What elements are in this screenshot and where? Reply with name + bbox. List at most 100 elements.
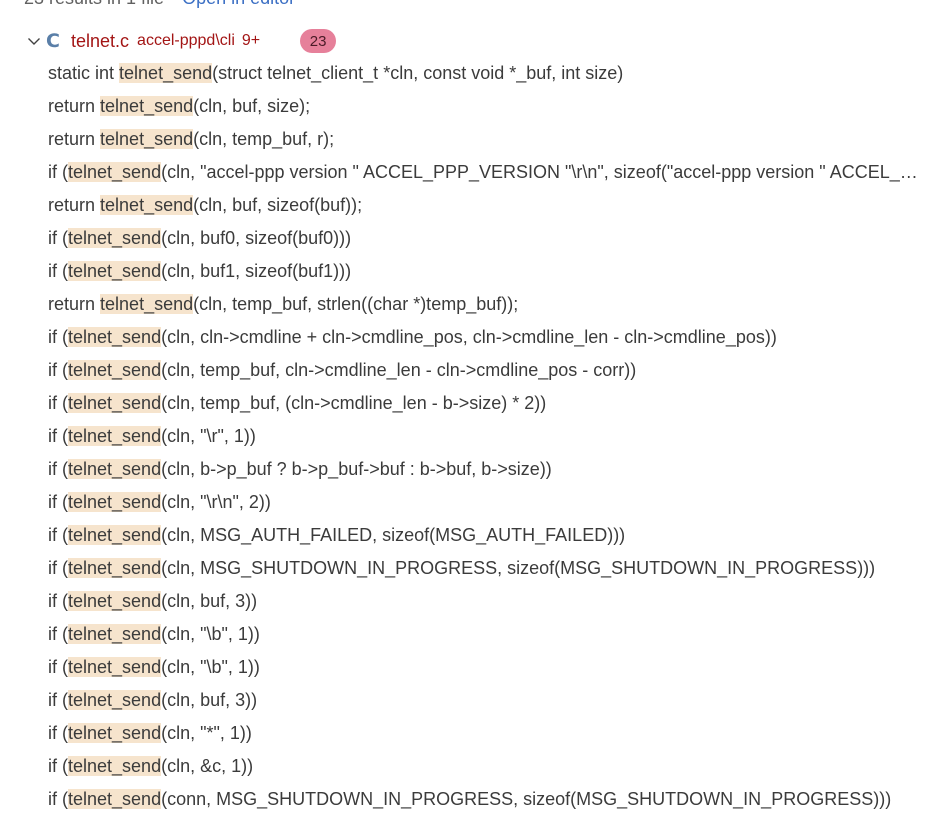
- match-prefix: if (: [48, 492, 68, 512]
- match-suffix: (conn, MSG_SHUTDOWN_IN_PROGRESS, sizeof(…: [161, 789, 892, 809]
- file-problems-count: 9+: [241, 32, 261, 49]
- match-row[interactable]: if (telnet_send(cln, MSG_AUTH_FAILED, si…: [0, 519, 920, 552]
- match-line-text: if (telnet_send(cln, "*", 1)): [48, 723, 252, 744]
- match-row[interactable]: if (telnet_send(cln, "\b", 1)): [0, 618, 920, 651]
- match-highlight: telnet_send: [100, 96, 194, 116]
- match-suffix: (cln, &c, 1)): [161, 756, 254, 776]
- match-suffix: (cln, buf, 3)): [161, 690, 258, 710]
- match-highlight: telnet_send: [119, 63, 213, 83]
- match-line-text: return telnet_send(cln, temp_buf, strlen…: [48, 294, 518, 315]
- match-prefix: if (: [48, 426, 68, 446]
- match-row[interactable]: if (telnet_send(cln, "accel-ppp version …: [0, 156, 920, 189]
- match-highlight: telnet_send: [68, 657, 162, 677]
- match-prefix: if (: [48, 591, 68, 611]
- match-row[interactable]: if (telnet_send(cln, buf1, sizeof(buf1))…: [0, 255, 920, 288]
- results-summary: 23 results in 1 file-Open in editor: [24, 0, 295, 9]
- file-name: telnet.c: [71, 30, 130, 51]
- match-row[interactable]: if (telnet_send(cln, "\b", 1)): [0, 651, 920, 684]
- match-row[interactable]: if (telnet_send(cln, &c, 1)): [0, 750, 920, 783]
- match-line-text: if (telnet_send(cln, &c, 1)): [48, 756, 253, 777]
- match-line-text: if (telnet_send(cln, MSG_AUTH_FAILED, si…: [48, 525, 625, 546]
- match-suffix: (cln, buf, size);: [193, 96, 311, 116]
- match-row[interactable]: static int telnet_send(struct telnet_cli…: [0, 57, 920, 90]
- match-suffix: (struct telnet_client_t *cln, const void…: [212, 63, 624, 83]
- match-prefix: if (: [48, 624, 68, 644]
- match-highlight: telnet_send: [68, 228, 162, 248]
- match-prefix: if (: [48, 360, 68, 380]
- match-count-badge: 23: [300, 29, 337, 53]
- match-suffix: (cln, "\r\n", 2)): [161, 492, 271, 512]
- match-prefix: return: [48, 195, 101, 215]
- match-prefix: return: [48, 129, 101, 149]
- match-line-text: if (telnet_send(cln, buf, 3)): [48, 591, 257, 612]
- match-row[interactable]: if (telnet_send(cln, MSG_SHUTDOWN_IN_PRO…: [0, 552, 920, 585]
- match-line-text: if (telnet_send(cln, buf, 3)): [48, 690, 257, 711]
- match-row[interactable]: if (telnet_send(cln, buf, 3)): [0, 585, 920, 618]
- match-prefix: if (: [48, 327, 68, 347]
- match-highlight: telnet_send: [68, 789, 162, 809]
- match-prefix: if (: [48, 261, 68, 281]
- match-prefix: if (: [48, 162, 68, 182]
- file-result-row[interactable]: C telnet.c accel-pppd\cli 9+ 23: [0, 26, 920, 56]
- match-list: static int telnet_send(struct telnet_cli…: [0, 57, 920, 816]
- match-suffix: (cln, temp_buf, r);: [193, 129, 335, 149]
- match-highlight: telnet_send: [68, 459, 162, 479]
- match-suffix: (cln, "accel-ppp version " ACCEL_PPP_VER…: [161, 162, 918, 182]
- match-highlight: telnet_send: [68, 591, 162, 611]
- match-line-text: if (telnet_send(cln, b->p_buf ? b->p_buf…: [48, 459, 552, 480]
- match-row[interactable]: if (telnet_send(cln, "\r", 1)): [0, 420, 920, 453]
- match-prefix: if (: [48, 393, 68, 413]
- match-suffix: (cln, buf, sizeof(buf));: [193, 195, 363, 215]
- match-line-text: if (telnet_send(cln, "\b", 1)): [48, 624, 260, 645]
- match-prefix: static int: [48, 63, 120, 83]
- match-row[interactable]: return telnet_send(cln, temp_buf, r);: [0, 123, 920, 156]
- match-prefix: if (: [48, 459, 68, 479]
- match-row[interactable]: if (telnet_send(cln, cln->cmdline + cln-…: [0, 321, 920, 354]
- match-highlight: telnet_send: [68, 492, 162, 512]
- match-line-text: if (telnet_send(cln, temp_buf, (cln->cmd…: [48, 393, 546, 414]
- match-highlight: telnet_send: [68, 261, 162, 281]
- match-prefix: if (: [48, 723, 68, 743]
- match-highlight: telnet_send: [68, 426, 162, 446]
- results-separator: -: [170, 0, 176, 8]
- match-line-text: return telnet_send(cln, temp_buf, r);: [48, 129, 334, 150]
- match-suffix: (cln, "\b", 1)): [161, 624, 260, 644]
- match-suffix: (cln, "*", 1)): [161, 723, 252, 743]
- match-row[interactable]: if (telnet_send(cln, temp_buf, (cln->cmd…: [0, 387, 920, 420]
- match-prefix: return: [48, 96, 101, 116]
- match-line-text: if (telnet_send(cln, "\r", 1)): [48, 426, 256, 447]
- match-row[interactable]: return telnet_send(cln, buf, size);: [0, 90, 920, 123]
- match-line-text: if (telnet_send(cln, "\b", 1)): [48, 657, 260, 678]
- match-highlight: telnet_send: [68, 756, 162, 776]
- match-row[interactable]: if (telnet_send(cln, buf, 3)): [0, 684, 920, 717]
- match-row[interactable]: if (telnet_send(cln, temp_buf, cln->cmdl…: [0, 354, 920, 387]
- match-suffix: (cln, temp_buf, strlen((char *)temp_buf)…: [193, 294, 519, 314]
- match-suffix: (cln, buf0, sizeof(buf0))): [161, 228, 352, 248]
- match-row[interactable]: return telnet_send(cln, temp_buf, strlen…: [0, 288, 920, 321]
- match-line-text: if (telnet_send(cln, cln->cmdline + cln-…: [48, 327, 777, 348]
- match-line-text: if (telnet_send(cln, temp_buf, cln->cmdl…: [48, 360, 636, 381]
- match-row[interactable]: if (telnet_send(cln, buf0, sizeof(buf0))…: [0, 222, 920, 255]
- match-line-text: if (telnet_send(cln, buf1, sizeof(buf1))…: [48, 261, 351, 282]
- match-highlight: telnet_send: [100, 195, 194, 215]
- match-suffix: (cln, MSG_AUTH_FAILED, sizeof(MSG_AUTH_F…: [161, 525, 626, 545]
- match-highlight: telnet_send: [68, 690, 162, 710]
- match-row[interactable]: if (telnet_send(cln, "*", 1)): [0, 717, 920, 750]
- match-row[interactable]: return telnet_send(cln, buf, sizeof(buf)…: [0, 189, 920, 222]
- open-in-editor-link[interactable]: Open in editor: [182, 0, 295, 8]
- match-highlight: telnet_send: [68, 360, 162, 380]
- match-prefix: if (: [48, 789, 68, 809]
- match-row[interactable]: if (telnet_send(conn, MSG_SHUTDOWN_IN_PR…: [0, 783, 920, 816]
- match-line-text: if (telnet_send(cln, buf0, sizeof(buf0))…: [48, 228, 351, 249]
- chevron-down-icon[interactable]: [0, 26, 44, 56]
- match-suffix: (cln, "\b", 1)): [161, 657, 260, 677]
- match-row[interactable]: if (telnet_send(cln, b->p_buf ? b->p_buf…: [0, 453, 920, 486]
- match-highlight: telnet_send: [68, 558, 162, 578]
- match-suffix: (cln, MSG_SHUTDOWN_IN_PROGRESS, sizeof(M…: [161, 558, 876, 578]
- match-prefix: if (: [48, 558, 68, 578]
- match-line-text: return telnet_send(cln, buf, sizeof(buf)…: [48, 195, 362, 216]
- match-row[interactable]: if (telnet_send(cln, "\r\n", 2)): [0, 486, 920, 519]
- match-suffix: (cln, buf1, sizeof(buf1))): [161, 261, 352, 281]
- match-prefix: if (: [48, 525, 68, 545]
- match-prefix: if (: [48, 690, 68, 710]
